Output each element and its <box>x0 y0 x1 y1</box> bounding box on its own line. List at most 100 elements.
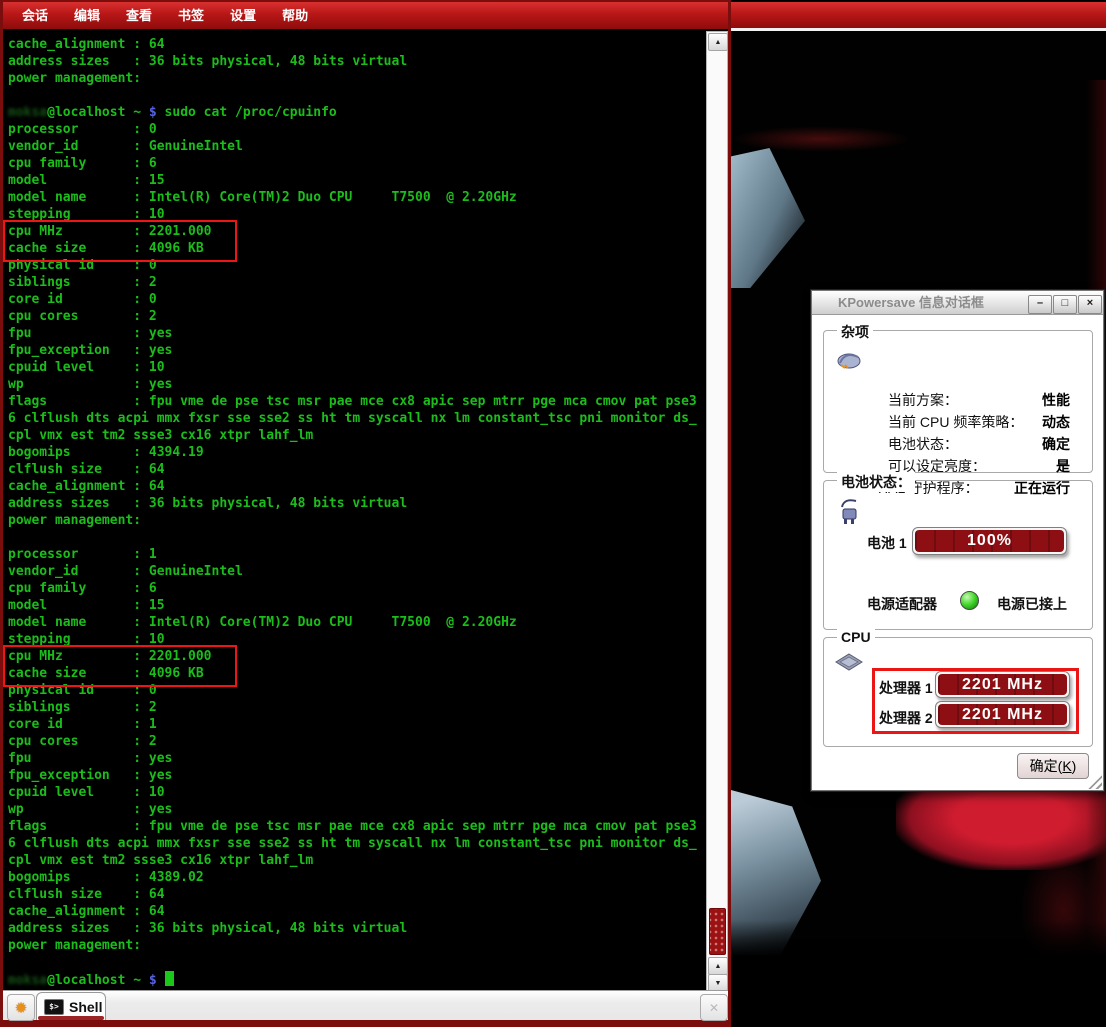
menu-item-settings[interactable]: 设置 <box>217 2 269 29</box>
terminal-line: physical id : 0 <box>8 682 706 699</box>
terminal-line: cpu cores : 2 <box>8 733 706 750</box>
menu-item-bookmarks[interactable]: 书签 <box>165 2 217 29</box>
terminal-line: power management: <box>8 937 706 954</box>
dialog-title-bar[interactable]: KPowersave 信息对话框 – □ × <box>812 291 1103 315</box>
terminal-line: model : 15 <box>8 172 706 189</box>
group-cpu-title: CPU <box>837 629 875 645</box>
terminal-line: address sizes : 36 bits physical, 48 bit… <box>8 920 706 937</box>
terminal-line: stepping : 10 <box>8 631 706 648</box>
wallpaper-blue-patch-top <box>731 148 805 288</box>
prompt-symbol: $ <box>149 105 157 120</box>
terminal-line <box>8 954 706 971</box>
wallpaper-red-smear <box>731 126 911 152</box>
new-session-button[interactable]: ✹ <box>7 994 35 1021</box>
processor2-gauge-value: 2201 MHz <box>936 702 1069 727</box>
desktop-top-red-strip <box>731 2 1106 28</box>
terminal-line: fpu : yes <box>8 750 706 767</box>
kpowersave-icon <box>836 349 862 371</box>
tab-shell-label: Shell <box>69 999 102 1015</box>
tab-bar: ✹ $> Shell ✕ <box>3 990 728 1020</box>
terminal-line: address sizes : 36 bits physical, 48 bit… <box>8 495 706 512</box>
tab-shell[interactable]: $> Shell <box>36 992 106 1020</box>
terminal-line: cache_alignment : 64 <box>8 478 706 495</box>
terminal-prompt-line: moksa@localhost ~ $ sudo cat /proc/cpuin… <box>8 104 706 121</box>
menu-item-help[interactable]: 帮助 <box>269 2 321 29</box>
konsole-window: 会话 编辑 查看 书签 设置 帮助 cache_alignment : 64ad… <box>0 0 731 1027</box>
terminal-line: address sizes : 36 bits physical, 48 bit… <box>8 53 706 70</box>
processor1-label: 处理器 1 <box>879 678 933 698</box>
terminal-line: bogomips : 4389.02 <box>8 869 706 886</box>
group-misc: 杂项 当前方案： 性能 当前 CPU 频率策略： 动态 电池状态： 确定 可以设… <box>823 330 1093 473</box>
terminal-line: cache size : 4096 KB <box>8 665 706 682</box>
terminal-icon: $> <box>44 999 64 1015</box>
wallpaper-bottom-black <box>731 920 1106 1027</box>
adapter-label: 电源适配器 <box>867 594 937 614</box>
terminal-line: processor : 0 <box>8 121 706 138</box>
terminal-line: fpu_exception : yes <box>8 342 706 359</box>
terminal-line: cpuid level : 10 <box>8 359 706 376</box>
misc-row-label: 当前方案： <box>888 390 958 410</box>
terminal-line <box>8 87 706 104</box>
close-button[interactable]: × <box>1078 295 1102 314</box>
prompt-space <box>157 973 165 988</box>
battery-gauge: 100% <box>912 527 1067 555</box>
terminal-line: physical id : 0 <box>8 257 706 274</box>
menu-item-session[interactable]: 会话 <box>9 2 61 29</box>
processor2-gauge: 2201 MHz <box>935 701 1070 728</box>
scrollbar-up-button-top[interactable]: ▲ <box>708 33 728 51</box>
battery-gauge-value: 100% <box>913 528 1066 554</box>
misc-row-label: 当前 CPU 频率策略： <box>888 412 1023 432</box>
terminal-line: cpuid level : 10 <box>8 784 706 801</box>
resize-grip[interactable] <box>1088 775 1102 789</box>
terminal-line: fpu : yes <box>8 325 706 342</box>
scrollbar-up-button-bottom[interactable]: ▲ <box>708 957 728 975</box>
terminal-line: stepping : 10 <box>8 206 706 223</box>
terminal-line: fpu_exception : yes <box>8 767 706 784</box>
window-border-right <box>728 0 731 1027</box>
terminal-scrollbar[interactable]: ▲ ▲ ▼ <box>706 31 728 991</box>
terminal-line: cache size : 4096 KB <box>8 240 706 257</box>
window-border-bottom <box>0 1020 731 1027</box>
up-arrow-icon: ▲ <box>715 39 722 46</box>
desktop-strip-underline <box>731 28 1106 31</box>
group-cpu: CPU 处理器 1 2201 MHz 处理器 2 2201 MHz <box>823 637 1093 747</box>
ok-button[interactable]: 确定(K) <box>1017 753 1089 779</box>
ok-button-label: 确定(K) <box>1030 756 1077 776</box>
terminal-line: siblings : 2 <box>8 699 706 716</box>
terminal-line: core id : 0 <box>8 291 706 308</box>
menu-item-edit[interactable]: 编辑 <box>61 2 113 29</box>
misc-row: 当前 CPU 频率策略： 动态 <box>888 411 1070 433</box>
terminal-line: bogomips : 4394.19 <box>8 444 706 461</box>
prompt-command: sudo cat /proc/cpuinfo <box>165 105 337 120</box>
terminal-line: clflush size : 64 <box>8 886 706 903</box>
terminal-line: processor : 1 <box>8 546 706 563</box>
terminal-line: cpu cores : 2 <box>8 308 706 325</box>
terminal-line: cpu family : 6 <box>8 155 706 172</box>
maximize-button[interactable]: □ <box>1053 295 1077 314</box>
terminal-line: cache_alignment : 64 <box>8 36 706 53</box>
scrollbar-thumb[interactable] <box>709 908 726 955</box>
terminal-line: wp : yes <box>8 376 706 393</box>
menu-bar: 会话 编辑 查看 书签 设置 帮助 <box>3 2 728 29</box>
terminal-line: siblings : 2 <box>8 274 706 291</box>
prompt-user-masked: moksa <box>8 973 47 988</box>
dialog-title: KPowersave 信息对话框 <box>838 291 984 314</box>
terminal-line: wp : yes <box>8 801 706 818</box>
prompt-host: @localhost ~ <box>47 973 149 988</box>
terminal-line: clflush size : 64 <box>8 461 706 478</box>
terminal-line: flags : fpu vme de pse tsc msr pae mce c… <box>8 393 706 410</box>
terminal-cursor <box>165 971 174 986</box>
misc-row: 电池状态： 确定 <box>888 433 1070 455</box>
new-session-icon: ✹ <box>15 999 28 1017</box>
terminal-line: cpl vmx est tm2 ssse3 cx16 xtpr lahf_lm <box>8 427 706 444</box>
misc-row-value: 性能 <box>1042 390 1070 410</box>
misc-row-value: 是 <box>1056 456 1070 476</box>
misc-row-value: 确定 <box>1042 434 1070 454</box>
terminal-line: core id : 1 <box>8 716 706 733</box>
prompt-host: @localhost ~ <box>47 105 149 120</box>
minimize-button[interactable]: – <box>1028 295 1052 314</box>
terminal-line: cache_alignment : 64 <box>8 903 706 920</box>
close-session-button[interactable]: ✕ <box>700 994 728 1021</box>
terminal-output[interactable]: cache_alignment : 64address sizes : 36 b… <box>3 30 706 990</box>
menu-item-view[interactable]: 查看 <box>113 2 165 29</box>
